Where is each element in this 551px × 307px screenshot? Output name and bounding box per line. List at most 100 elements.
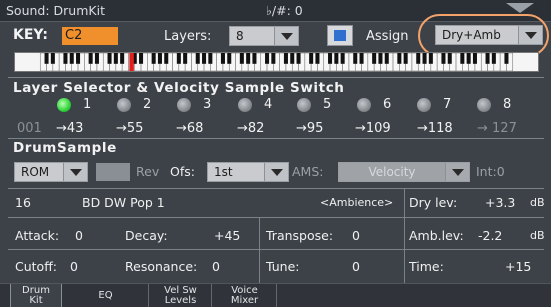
black-key[interactable] [397, 53, 402, 64]
black-key[interactable] [151, 53, 156, 64]
black-key[interactable] [76, 53, 81, 64]
black-key[interactable] [309, 53, 314, 64]
black-key[interactable] [460, 53, 465, 64]
layer-led-1[interactable] [57, 98, 71, 112]
black-key[interactable] [428, 53, 433, 64]
layer-led-4[interactable] [238, 98, 252, 112]
black-key[interactable] [441, 53, 446, 64]
black-key[interactable] [139, 53, 144, 64]
black-key[interactable] [164, 53, 169, 64]
black-key[interactable] [183, 53, 188, 64]
assign-checkbox[interactable] [327, 25, 353, 46]
black-key[interactable] [315, 53, 320, 64]
black-key[interactable] [447, 53, 452, 64]
layer-led-7[interactable] [417, 98, 431, 112]
chevron-down-icon[interactable] [264, 163, 288, 181]
black-key[interactable] [422, 53, 427, 64]
velocity-split-2[interactable]: →55 [116, 121, 143, 136]
layer-led-5[interactable] [297, 98, 311, 112]
transpose-value[interactable]: 0 [352, 228, 360, 243]
black-key[interactable] [334, 53, 339, 64]
black-key[interactable] [69, 53, 74, 64]
black-key[interactable] [403, 53, 408, 64]
black-key[interactable] [283, 53, 288, 64]
black-key[interactable] [504, 53, 509, 64]
tune-value[interactable]: 0 [352, 259, 360, 274]
black-key[interactable] [113, 53, 118, 64]
ams-select[interactable]: Velocity [338, 162, 470, 182]
black-key[interactable] [485, 53, 490, 64]
attack-value[interactable]: 0 [75, 228, 83, 243]
source-select[interactable]: ROM [14, 162, 88, 182]
black-key[interactable] [416, 53, 421, 64]
chevron-down-icon[interactable] [63, 163, 87, 181]
black-key[interactable] [466, 53, 471, 64]
offset-select[interactable]: 1st [207, 162, 289, 182]
black-key[interactable] [120, 53, 125, 64]
velocity-split-5[interactable]: →95 [296, 121, 323, 136]
black-key[interactable] [157, 53, 162, 64]
black-key[interactable] [353, 53, 358, 64]
velocity-split-1[interactable]: →43 [56, 121, 83, 136]
black-key[interactable] [491, 53, 496, 64]
black-key[interactable] [107, 53, 112, 64]
black-key[interactable] [384, 53, 389, 64]
tab-voice-mixer[interactable]: Voice Mixer [213, 284, 277, 307]
layer-led-3[interactable] [177, 98, 191, 112]
time-value[interactable]: +15 [505, 259, 531, 274]
layers-select[interactable]: 8 [229, 26, 299, 46]
dry-level-value[interactable]: +3.3 [485, 195, 515, 210]
black-key[interactable] [252, 53, 257, 64]
black-key[interactable] [372, 53, 377, 64]
black-key[interactable] [290, 53, 295, 64]
black-key[interactable] [246, 53, 251, 64]
black-key[interactable] [378, 53, 383, 64]
black-key[interactable] [63, 53, 68, 64]
black-key[interactable] [239, 53, 244, 64]
velocity-split-4[interactable]: →82 [237, 121, 264, 136]
sample-number[interactable]: 16 [15, 195, 31, 210]
amb-level-value[interactable]: -2.2 [478, 228, 502, 243]
black-key[interactable] [265, 53, 270, 64]
reverse-toggle[interactable] [96, 163, 130, 181]
black-key[interactable] [44, 53, 49, 64]
black-key[interactable] [94, 53, 99, 64]
tab-drum-kit[interactable]: Drum Kit [10, 284, 62, 307]
black-key[interactable] [359, 53, 364, 64]
black-key[interactable] [271, 53, 276, 64]
tab-vel-sw-line2: Levels [164, 295, 197, 306]
divider [8, 77, 544, 78]
amb-level-label: Amb.lev: [409, 228, 464, 243]
cutoff-value[interactable]: 0 [70, 259, 78, 274]
velocity-split-7[interactable]: →118 [417, 121, 453, 136]
black-key[interactable] [195, 53, 200, 64]
chevron-down-icon[interactable] [506, 3, 534, 13]
black-key[interactable] [227, 53, 232, 64]
decay-value[interactable]: +45 [214, 228, 240, 243]
tab-vel-sw-levels[interactable]: Vel Sw Levels [150, 284, 212, 307]
chevron-down-icon[interactable] [445, 163, 469, 181]
layer-led-8[interactable] [477, 98, 491, 112]
black-key[interactable] [202, 53, 207, 64]
sample-name[interactable]: BD DW Pop 1 [82, 195, 165, 210]
black-key[interactable] [340, 53, 345, 64]
layer-led-2[interactable] [117, 98, 131, 112]
black-key[interactable] [208, 53, 213, 64]
resonance-value[interactable]: 0 [212, 259, 220, 274]
tab-eq[interactable]: EQ [63, 284, 149, 307]
keyboard-strip[interactable] [14, 52, 539, 72]
black-key[interactable] [176, 53, 181, 64]
black-key[interactable] [472, 53, 477, 64]
chevron-down-icon[interactable] [274, 27, 298, 45]
black-key[interactable] [328, 53, 333, 64]
black-key[interactable] [88, 53, 93, 64]
black-key[interactable] [50, 53, 55, 64]
divider [259, 217, 260, 283]
assign-highlight-oval [418, 14, 549, 57]
layer-led-6[interactable] [357, 98, 371, 112]
black-key[interactable] [220, 53, 225, 64]
black-key[interactable] [296, 53, 301, 64]
velocity-split-3[interactable]: →68 [176, 121, 203, 136]
key-field[interactable]: C2 [62, 27, 118, 45]
velocity-split-6[interactable]: →109 [355, 121, 391, 136]
